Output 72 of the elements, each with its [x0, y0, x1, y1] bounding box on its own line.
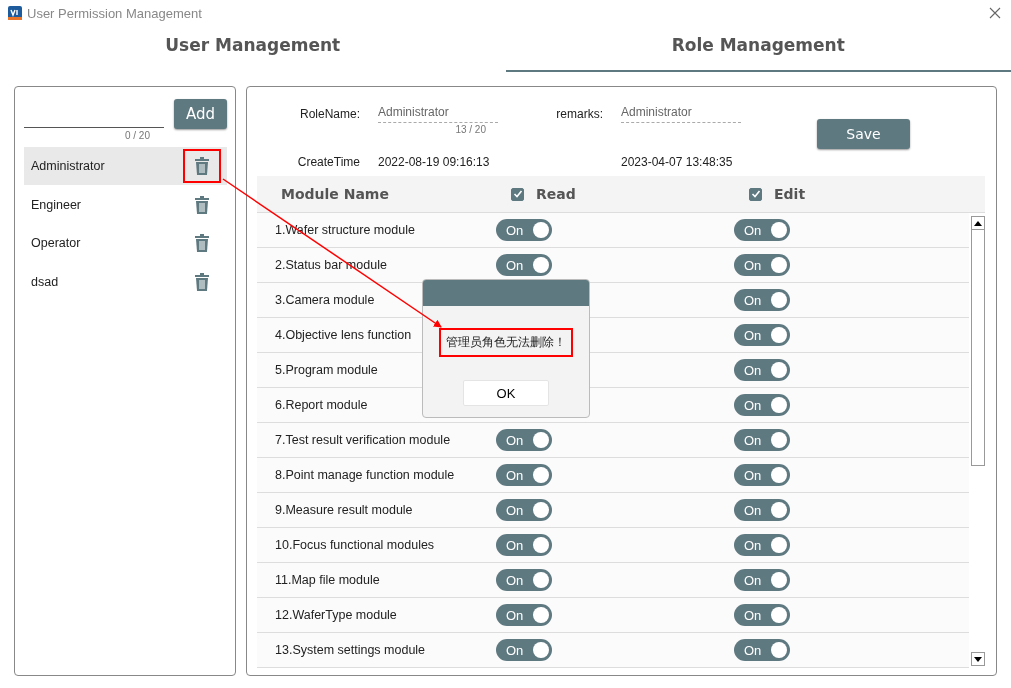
role-item[interactable]: Operator — [24, 224, 227, 263]
module-name: 8.Point manage function module — [275, 468, 455, 482]
toggle-switch[interactable]: On — [734, 394, 790, 416]
field-label: RoleName: — [298, 106, 361, 123]
trash-icon — [194, 273, 210, 292]
toggle-switch[interactable]: On — [734, 569, 790, 591]
role-item[interactable]: Administrator — [24, 147, 227, 185]
checkbox[interactable] — [511, 187, 524, 201]
module-name: 7.Test result verification module — [275, 433, 451, 447]
toggle-switch[interactable]: On — [734, 289, 790, 311]
scrollbar[interactable] — [971, 216, 985, 666]
column-header: Module Name — [281, 186, 389, 202]
toggle-switch[interactable]: On — [734, 359, 790, 381]
update-time: 2023-04-07 13:48:35 — [621, 154, 734, 171]
checkbox[interactable] — [749, 187, 762, 201]
module-name: 6.Report module — [275, 398, 368, 412]
module-name: 12.WaferType module — [275, 608, 397, 622]
toggle-switch[interactable]: On — [496, 219, 552, 241]
tab[interactable]: Role Management — [505, 26, 1011, 72]
toggle-switch[interactable]: On — [496, 639, 552, 661]
role-name: Administrator — [31, 159, 105, 173]
role-item[interactable]: dsad — [24, 263, 227, 302]
module-name: 10.Focus functional modules — [275, 538, 435, 552]
toggle-switch[interactable]: On — [496, 254, 552, 276]
toggle-switch[interactable]: On — [734, 499, 790, 521]
tab[interactable]: User Management — [0, 26, 506, 72]
toggle-switch[interactable]: On — [496, 534, 552, 556]
role-name: Operator — [31, 236, 81, 251]
toggle-switch[interactable]: On — [496, 429, 552, 451]
trash-icon — [194, 234, 210, 253]
column-header: Read — [536, 186, 576, 202]
toggle-switch[interactable]: On — [734, 219, 790, 241]
toggle-switch[interactable]: On — [734, 324, 790, 346]
module-name: 9.Measure result module — [275, 503, 413, 517]
create-time: 2022-08-19 09:16:13 — [378, 154, 491, 171]
delete-button[interactable] — [183, 149, 221, 183]
module-name: 11.Map file module — [275, 573, 380, 587]
trash-icon — [194, 195, 210, 214]
app-logo-icon — [8, 6, 22, 20]
role-name-field[interactable]: Administrator — [378, 101, 498, 123]
scroll-down-icon[interactable] — [974, 656, 982, 662]
module-name: 4.Objective lens function — [275, 328, 412, 342]
add-button[interactable]: Add — [174, 99, 227, 129]
trash-icon — [194, 157, 210, 175]
toggle-switch[interactable]: On — [496, 604, 552, 626]
window-title: User Permission Management — [27, 5, 202, 21]
toggle-switch[interactable]: On — [496, 569, 552, 591]
scroll-up-icon[interactable] — [974, 220, 982, 226]
save-button[interactable]: Save — [817, 119, 910, 149]
toggle-switch[interactable]: On — [734, 429, 790, 451]
module-name: 3.Camera module — [275, 293, 375, 307]
remarks-field[interactable]: Administrator — [621, 101, 741, 123]
role-name: Engineer — [31, 197, 82, 212]
toggle-switch[interactable]: On — [734, 464, 790, 486]
character-counter: 13 / 20 — [455, 124, 486, 135]
field-label: CreateTime — [296, 154, 361, 171]
toggle-switch[interactable]: On — [734, 534, 790, 556]
role-item[interactable]: Engineer — [24, 185, 227, 224]
field-label: remarks: — [555, 106, 604, 123]
toggle-switch[interactable]: On — [734, 254, 790, 276]
role-name: dsad — [31, 275, 59, 290]
toggle-switch[interactable]: On — [734, 639, 790, 661]
column-header: Edit — [774, 186, 806, 202]
toggle-switch[interactable]: On — [496, 464, 552, 486]
close-icon[interactable] — [989, 7, 1001, 19]
ok-button[interactable]: OK — [463, 380, 549, 406]
toggle-switch[interactable]: On — [734, 604, 790, 626]
module-name: 13.System settings module — [275, 643, 426, 657]
module-name: 5.Program module — [275, 363, 378, 377]
character-counter: 0 / 20 — [124, 130, 150, 141]
dialog-message: 管理员角色无法删除！ — [439, 328, 573, 357]
toggle-switch[interactable]: On — [496, 499, 552, 521]
